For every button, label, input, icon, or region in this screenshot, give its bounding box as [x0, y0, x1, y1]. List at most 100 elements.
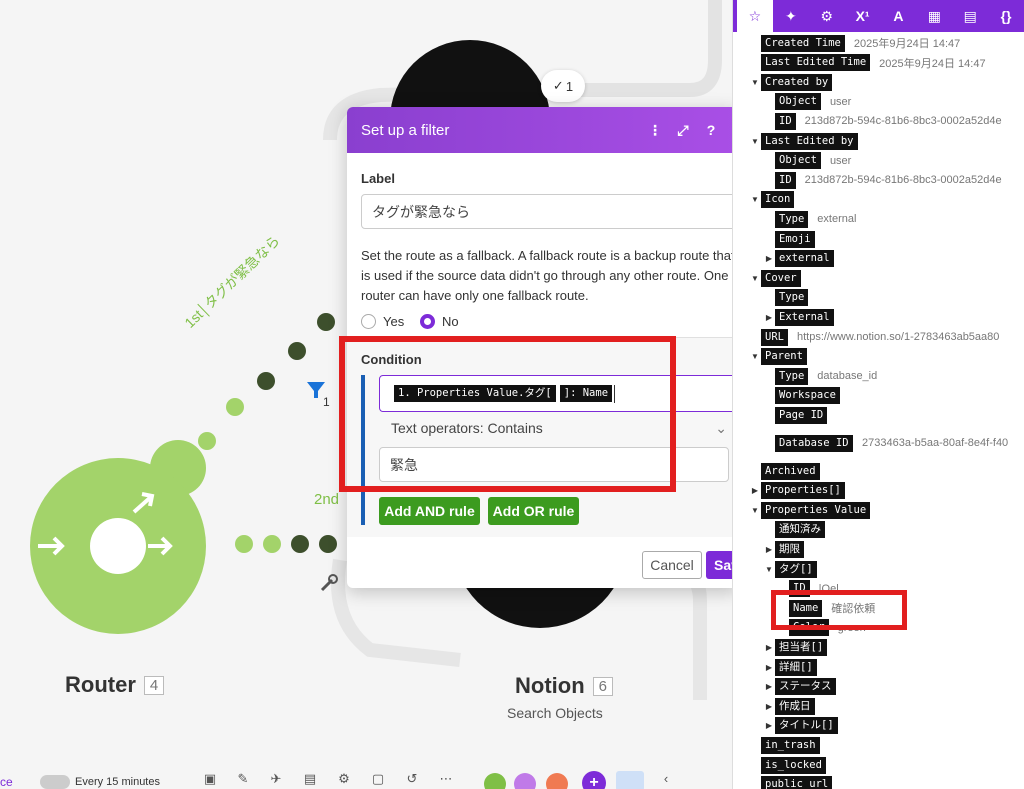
collapse-left-icon[interactable]: ‹	[656, 771, 676, 789]
tree-key[interactable]: is_locked	[761, 756, 826, 774]
edge-badge[interactable]: ✓ 1	[541, 70, 585, 102]
expanded-arrow-icon[interactable]: ▼	[749, 274, 761, 283]
tree-key[interactable]: 作成日	[775, 697, 815, 715]
tree-row[interactable]: ▶ 担当者[]	[763, 638, 828, 656]
collapsed-arrow-icon[interactable]: ▶	[763, 313, 775, 322]
tree-key[interactable]: Last Edited by	[761, 132, 858, 150]
tree-key[interactable]: Type	[775, 289, 809, 307]
scenario-canvas[interactable]: ✓ 1 1st│タグが緊急なら 2nd 1 Router 4 Notion 6 S…	[0, 0, 732, 789]
undo-icon[interactable]: ↺	[402, 771, 422, 789]
tree-key[interactable]: Properties Value	[761, 501, 871, 519]
tree-key[interactable]: External	[775, 308, 834, 326]
tree-row[interactable]: Workspace	[763, 387, 840, 405]
collapsed-arrow-icon[interactable]: ▶	[749, 486, 761, 495]
more-icon[interactable]: ⋯	[436, 771, 456, 789]
tree-key[interactable]: Object	[775, 152, 821, 170]
notion-title[interactable]: Notion 6	[515, 673, 613, 699]
tree-key[interactable]: Workspace	[775, 387, 840, 405]
tool-circle-orange[interactable]	[546, 773, 568, 789]
template-icon[interactable]: ▤	[300, 771, 320, 789]
tree-key[interactable]: Created by	[761, 73, 833, 91]
collapsed-arrow-icon[interactable]: ▶	[763, 663, 775, 672]
tree-key[interactable]: Type	[775, 210, 809, 228]
tree-key[interactable]: Parent	[761, 348, 807, 366]
tool-circle-green[interactable]	[484, 773, 506, 789]
tree-row[interactable]: in_trash	[749, 736, 820, 754]
settings-icon[interactable]: ⚙	[334, 771, 354, 789]
gear-icon[interactable]: ⚙	[809, 0, 845, 32]
tree-row[interactable]: ▼ Icon	[749, 191, 795, 209]
collapsed-arrow-icon[interactable]: ▶	[763, 254, 775, 263]
tree-row[interactable]: Last Edited Time 2025年9月24日 14:47	[749, 54, 986, 72]
calendar-icon[interactable]: ▦	[916, 0, 952, 32]
add-and-rule-button[interactable]: Add AND rule	[379, 497, 480, 525]
tree-row[interactable]: ▼ Last Edited by	[749, 132, 858, 150]
expanded-arrow-icon[interactable]: ▼	[763, 565, 775, 574]
tree-key[interactable]: ID	[775, 112, 796, 130]
superscript-icon[interactable]: X¹	[845, 0, 881, 32]
tree-key[interactable]: 期限	[775, 540, 804, 558]
table-icon[interactable]: ▤	[952, 0, 988, 32]
save-button[interactable]: Save	[706, 551, 732, 579]
tree-row[interactable]: Type external	[763, 210, 856, 228]
tree-key[interactable]: 担当者[]	[775, 638, 828, 656]
airplane-icon[interactable]: ✈	[266, 771, 286, 789]
tree-row[interactable]: Emoji	[763, 230, 815, 248]
magic-wand-icon[interactable]: ✎	[233, 771, 253, 789]
tree-key[interactable]: Properties[]	[761, 482, 845, 500]
expanded-arrow-icon[interactable]: ▼	[749, 352, 761, 361]
text-icon[interactable]: A	[881, 0, 917, 32]
tool-circle-lilac[interactable]	[514, 773, 536, 789]
collapsed-arrow-icon[interactable]: ▶	[763, 682, 775, 691]
fallback-no-radio[interactable]: No	[420, 314, 459, 329]
tree-key[interactable]: ステータス	[775, 678, 836, 696]
expanded-arrow-icon[interactable]: ▼	[749, 506, 761, 515]
tree-key[interactable]: Created Time	[761, 34, 845, 52]
tree-key[interactable]: URL	[761, 328, 788, 346]
collapsed-arrow-icon[interactable]: ▶	[763, 643, 775, 652]
expanded-arrow-icon[interactable]: ▼	[749, 195, 761, 204]
tree-key[interactable]: タグ[]	[775, 560, 817, 578]
tree-key[interactable]: Archived	[761, 462, 820, 480]
tree-row[interactable]: public_url	[749, 776, 833, 789]
tree-row[interactable]: ▶ Properties[]	[749, 482, 845, 500]
schedule-toggle[interactable]	[40, 775, 70, 789]
tree-key[interactable]: 詳細[]	[775, 658, 817, 676]
tree-key[interactable]: external	[775, 250, 834, 268]
tree-row[interactable]: ▶ 詳細[]	[763, 658, 817, 676]
collapsed-arrow-icon[interactable]: ▶	[763, 721, 775, 730]
checklist-icon[interactable]	[616, 771, 644, 789]
help-icon[interactable]: ?	[697, 122, 725, 138]
tree-row[interactable]: ▼ Properties Value	[749, 501, 871, 519]
tree-row[interactable]: ▼ Cover	[749, 269, 801, 287]
tree-row[interactable]: ▶ External	[763, 308, 834, 326]
fallback-yes-radio[interactable]: Yes	[361, 314, 404, 329]
tree-row[interactable]: ▶ 作成日	[763, 697, 815, 715]
tree-row[interactable]: ID 213d872b-594c-81b6-8bc3-0002a52d4e	[763, 112, 1002, 130]
tree-row[interactable]: Database ID 2733463a-b5aa-80af-8e4f-f40	[763, 426, 1008, 460]
tree-key[interactable]: 通知済み	[775, 521, 825, 539]
schedule-label[interactable]: Every 15 minutes	[75, 776, 160, 788]
add-module-icon[interactable]: +	[582, 771, 606, 789]
star-icon[interactable]: ☆	[737, 0, 773, 32]
braces-icon[interactable]: {}	[988, 0, 1024, 32]
label-input[interactable]: タグが緊急なら	[361, 194, 732, 229]
tree-key[interactable]: in_trash	[761, 736, 820, 754]
tree-row[interactable]: 通知済み	[763, 521, 825, 539]
tree-row[interactable]: Object user	[763, 93, 851, 111]
tree-key[interactable]: Cover	[761, 269, 801, 287]
expanded-arrow-icon[interactable]: ▼	[749, 78, 761, 87]
cancel-button[interactable]: Cancel	[642, 551, 702, 579]
tree-row[interactable]: ▶ タイトル[]	[763, 717, 838, 735]
tree-key[interactable]: Last Edited Time	[761, 54, 871, 72]
tree-row[interactable]: Type	[763, 289, 809, 307]
note-icon[interactable]: ▢	[368, 771, 388, 789]
tree-row[interactable]: ID 213d872b-594c-81b6-8bc3-0002a52d4e	[763, 171, 1002, 189]
tree-row[interactable]: Page ID	[763, 406, 828, 424]
tree-row[interactable]: ▶ ステータス	[763, 678, 836, 696]
tree-key[interactable]: public_url	[761, 776, 833, 789]
tree-row[interactable]: ▼ Created by	[749, 73, 833, 91]
sparkle-icon[interactable]: ✦	[773, 0, 809, 32]
tree-key[interactable]: Emoji	[775, 230, 815, 248]
router-title[interactable]: Router 4	[65, 672, 165, 698]
